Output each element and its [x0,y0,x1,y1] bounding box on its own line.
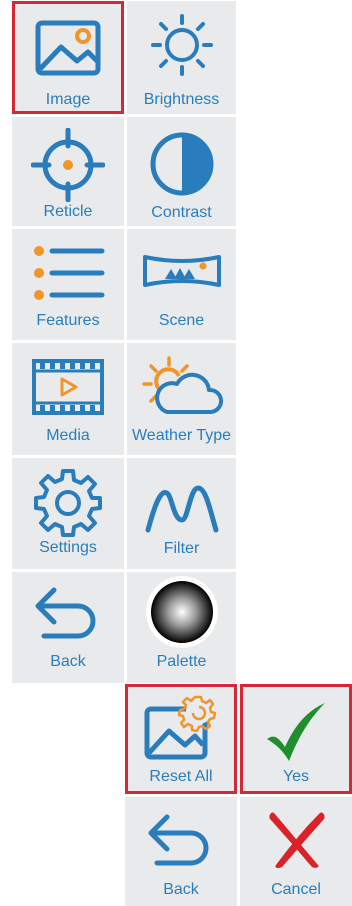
back-icon [148,814,209,866]
contrast-label: Contrast [151,204,212,221]
palette-icon [145,576,218,648]
weather-type-label: Weather Type [131,427,232,444]
weather-type-button[interactable]: Weather Type [127,343,236,455]
brightness-icon [150,14,213,76]
checkmark-icon [267,703,325,761]
contrast-icon [150,132,213,196]
brightness-label: Brightness [143,91,220,108]
back-icon [35,587,96,639]
settings-label: Settings [39,539,97,556]
scene-button[interactable]: Scene [127,229,236,340]
cancel-x-icon [269,812,325,869]
image-icon [35,20,101,76]
reticle-label: Reticle [43,203,93,220]
scene-icon [142,255,221,287]
media-button[interactable]: Media [12,343,124,455]
media-label: Media [46,427,90,444]
yes-button[interactable]: Yes [240,684,352,794]
media-icon [32,359,104,415]
reset-all-label: Reset All [149,768,213,785]
scene-label: Scene [158,312,205,329]
back-label: Back [50,653,86,670]
image-button[interactable]: Image [12,1,124,114]
filter-button[interactable]: Filter [127,458,236,569]
filter-icon [145,485,218,533]
palette-button[interactable]: Palette [127,572,236,683]
features-button[interactable]: Features [12,229,124,340]
reticle-button[interactable]: Reticle [12,117,124,226]
palette-label: Palette [156,653,207,670]
cancel-button[interactable]: Cancel [240,797,352,906]
contrast-button[interactable]: Contrast [127,117,236,226]
weather-icon [141,356,223,414]
cancel-label: Cancel [271,881,321,898]
confirm-back-button[interactable]: Back [125,797,237,906]
reset-all-icon [144,695,217,760]
features-label: Features [36,312,100,329]
reticle-icon [31,128,105,202]
yes-label: Yes [282,768,310,785]
filter-label: Filter [163,540,200,557]
brightness-button[interactable]: Brightness [127,1,236,114]
settings-icon [34,469,102,537]
settings-button[interactable]: Settings [12,458,124,569]
back-button[interactable]: Back [12,572,124,683]
confirm-back-label: Back [163,881,199,898]
features-icon [34,246,105,300]
reset-all-button[interactable]: Reset All [125,684,237,794]
image-label: Image [45,91,91,108]
